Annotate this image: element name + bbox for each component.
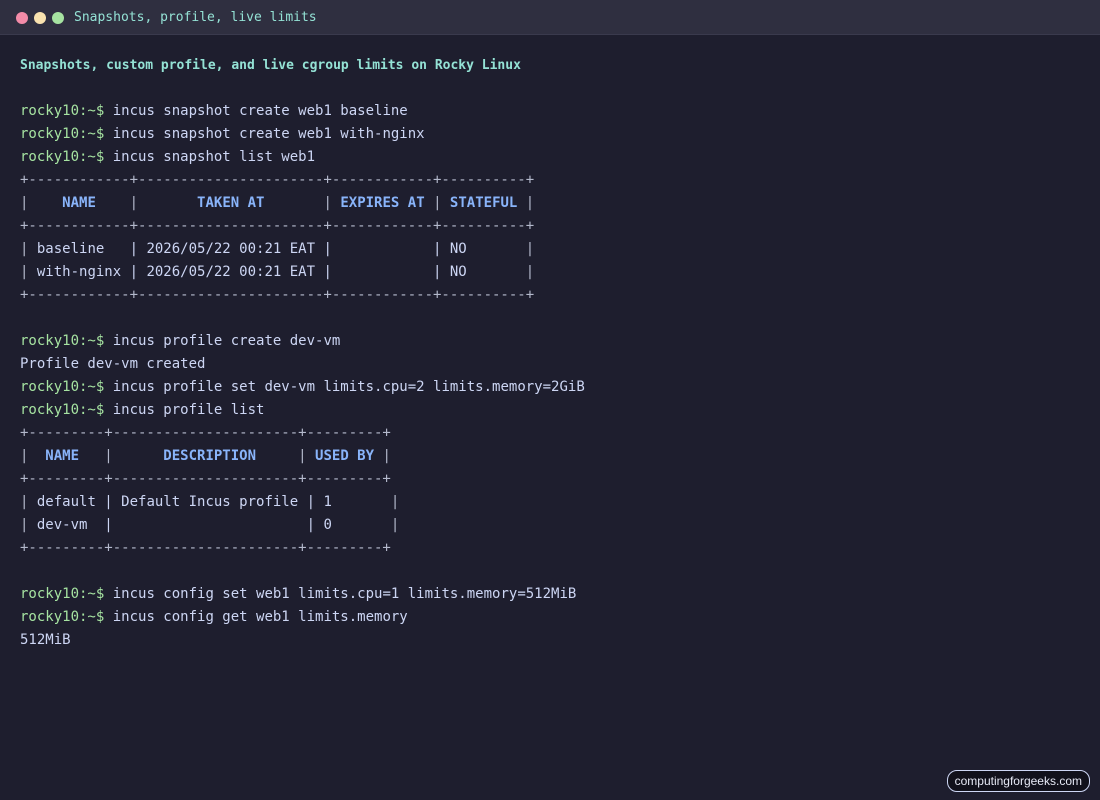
command-line: rocky10:~$ incus profile set dev-vm limi… [20,376,1080,399]
command-output: 512MiB [20,632,71,648]
table-row-text: dev-vm | | 0 [28,517,391,533]
table-row: | baseline | 2026/05/22 00:21 EAT | | NO… [20,241,535,257]
command-text: incus config set web1 limits.cpu=1 limit… [112,586,577,602]
column-header-used-by: USED BY [306,448,383,464]
profile-table-header: | NAME | DESCRIPTION | USED BY | [20,448,391,464]
shell-prompt: rocky10:~$ [20,126,105,142]
column-header-name: NAME [28,448,105,464]
table-row-text: default | Default Incus profile | 1 [28,494,391,510]
minimize-button[interactable] [34,12,46,24]
command-text: incus profile create dev-vm [112,333,341,349]
watermark-badge: computingforgeeks.com [946,770,1090,792]
snapshot-table-border-top: +------------+----------------------+---… [20,172,535,188]
command-text: incus snapshot create web1 baseline [112,103,408,119]
profile-table-border-mid: +---------+----------------------+------… [20,471,391,487]
command-line: rocky10:~$ incus snapshot create web1 wi… [20,123,1080,146]
window-title: Snapshots, profile, live limits [74,10,317,25]
terminal-window: Snapshots, profile, live limits Snapshot… [0,0,1100,800]
shell-prompt: rocky10:~$ [20,379,105,395]
maximize-button[interactable] [52,12,64,24]
command-line: rocky10:~$ incus config set web1 limits.… [20,583,1080,606]
column-header-description: DESCRIPTION [112,448,299,464]
column-header-expires-at: EXPIRES AT [331,195,434,211]
shell-prompt: rocky10:~$ [20,609,105,625]
close-button[interactable] [16,12,28,24]
table-row: | dev-vm | | 0 | [20,517,400,533]
shell-prompt: rocky10:~$ [20,333,105,349]
command-line: rocky10:~$ incus snapshot list web1 [20,146,1080,169]
shell-prompt: rocky10:~$ [20,586,105,602]
command-text: incus profile list [112,402,265,418]
command-line: rocky10:~$ incus profile list [20,399,1080,422]
column-header-stateful: STATEFUL [441,195,526,211]
command-text: incus snapshot create web1 with-nginx [112,126,425,142]
command-text: incus config get web1 limits.memory [112,609,408,625]
column-header-name: NAME [28,195,130,211]
table-row: | default | Default Incus profile | 1 | [20,494,400,510]
table-row-text: baseline | 2026/05/22 00:21 EAT | | NO [28,241,526,257]
table-row: | with-nginx | 2026/05/22 00:21 EAT | | … [20,264,535,280]
snapshot-table-border-mid: +------------+----------------------+---… [20,218,535,234]
snapshot-table-header: | NAME | TAKEN AT | EXPIRES AT | STATEFU… [20,195,535,211]
title-bar: Snapshots, profile, live limits [0,0,1100,35]
command-text: incus profile set dev-vm limits.cpu=2 li… [112,379,585,395]
command-line: rocky10:~$ incus config get web1 limits.… [20,606,1080,629]
terminal-output[interactable]: Snapshots, custom profile, and live cgro… [20,54,1080,652]
section-heading: Snapshots, custom profile, and live cgro… [20,58,521,73]
table-row-text: with-nginx | 2026/05/22 00:21 EAT | | NO [28,264,526,280]
shell-prompt: rocky10:~$ [20,149,105,165]
snapshot-table-border-bottom: +------------+----------------------+---… [20,287,535,303]
command-text: incus snapshot list web1 [112,149,316,165]
command-line: rocky10:~$ incus snapshot create web1 ba… [20,100,1080,123]
profile-table-border-bottom: +---------+----------------------+------… [20,540,391,556]
profile-table-border-top: +---------+----------------------+------… [20,425,391,441]
shell-prompt: rocky10:~$ [20,103,105,119]
shell-prompt: rocky10:~$ [20,402,105,418]
command-line: rocky10:~$ incus profile create dev-vm [20,330,1080,353]
command-output: Profile dev-vm created [20,356,206,372]
column-header-taken-at: TAKEN AT [138,195,324,211]
